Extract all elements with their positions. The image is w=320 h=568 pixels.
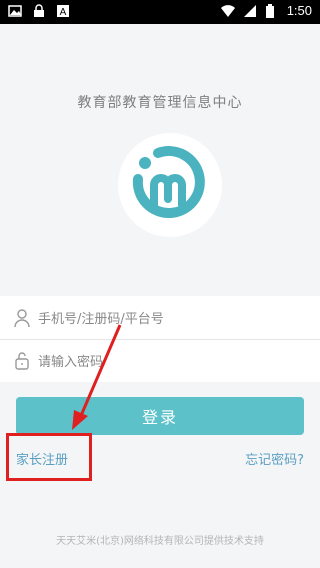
page-title: 教育部教育管理信息中心 [77,95,243,111]
lock-icon [32,4,46,18]
password-input[interactable] [36,349,300,375]
footer-credit: 天天艾米(北京)网络科技有限公司提供技术支持 [56,536,264,547]
annotation-arrow [72,324,122,430]
battery-icon [265,3,279,18]
account-field [0,296,320,340]
forgot-password-link[interactable]: 忘记密码? [245,449,304,468]
lock-outline-icon [14,351,30,371]
image-icon [8,4,22,18]
account-input[interactable] [36,306,300,332]
login-form [0,296,320,382]
app-a-icon: A [56,4,70,18]
user-icon [14,308,30,328]
password-field [0,339,320,382]
status-time: 1:50 [286,3,312,18]
app-logo [118,133,222,237]
annotation-highlight-box [6,433,92,481]
wifi-icon [220,4,235,18]
signal-icon [243,4,257,18]
login-button[interactable]: 登录 [16,397,304,435]
status-bar: A 1:50 [0,0,320,24]
svg-text:A: A [60,7,67,18]
